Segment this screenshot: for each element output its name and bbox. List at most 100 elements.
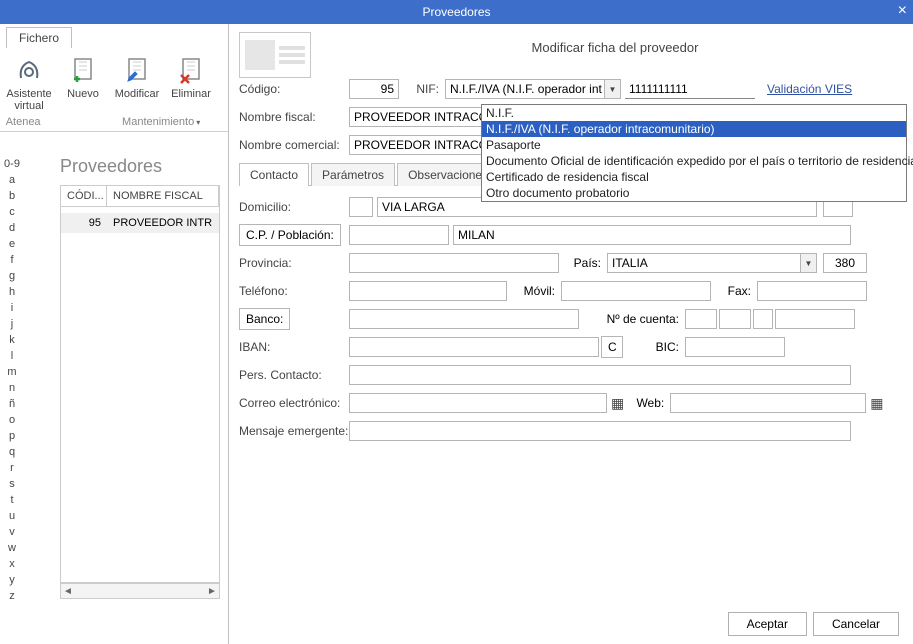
alpha-ñ[interactable]: ñ xyxy=(9,396,15,412)
cuenta3-input[interactable] xyxy=(753,309,773,329)
qr-icon[interactable]: ▦ xyxy=(611,395,624,412)
nif-option[interactable]: Pasaporte xyxy=(482,137,906,153)
modificar-button[interactable]: Modificar xyxy=(112,54,162,112)
alpha-y[interactable]: y xyxy=(9,572,15,588)
file-tab[interactable]: Fichero xyxy=(6,27,72,48)
bic-input[interactable] xyxy=(685,337,785,357)
label-domicilio: Domicilio: xyxy=(239,200,349,214)
cell-nombre: PROVEEDOR INTR xyxy=(107,213,219,233)
alpha-p[interactable]: p xyxy=(9,428,15,444)
scroll-left-icon[interactable]: ◄ xyxy=(61,586,75,597)
new-document-icon xyxy=(67,54,99,86)
alpha-l[interactable]: l xyxy=(11,348,13,364)
cuenta4-input[interactable] xyxy=(775,309,855,329)
alpha-f[interactable]: f xyxy=(10,252,13,268)
cancelar-button[interactable]: Cancelar xyxy=(813,612,899,636)
horizontal-scrollbar[interactable]: ◄ ► xyxy=(60,583,220,599)
compute-iban-button[interactable]: C xyxy=(601,336,623,358)
nif-option[interactable]: N.I.F. xyxy=(482,105,906,121)
alpha-c[interactable]: c xyxy=(9,204,15,220)
alpha-i[interactable]: i xyxy=(11,300,13,316)
iban-input[interactable] xyxy=(349,337,599,357)
chevron-down-icon[interactable]: ▼ xyxy=(604,80,620,98)
movil-input[interactable] xyxy=(561,281,711,301)
col-codigo[interactable]: CÓDI... xyxy=(61,186,107,206)
domicilio-prefix-input[interactable] xyxy=(349,197,373,217)
banco-input[interactable] xyxy=(349,309,579,329)
pers-contacto-input[interactable] xyxy=(349,365,851,385)
alpha-j[interactable]: j xyxy=(11,316,13,332)
alpha-h[interactable]: h xyxy=(9,284,15,300)
eliminar-button[interactable]: Eliminar xyxy=(166,54,216,112)
nif-type-input[interactable] xyxy=(445,79,621,99)
alpha-u[interactable]: u xyxy=(9,508,15,524)
mensaje-input[interactable] xyxy=(349,421,851,441)
aceptar-button[interactable]: Aceptar xyxy=(728,612,807,636)
correo-input[interactable] xyxy=(349,393,607,413)
poblacion-input[interactable] xyxy=(453,225,851,245)
validacion-vies-link[interactable]: Validación VIES xyxy=(767,82,852,96)
alpha-w[interactable]: w xyxy=(8,540,16,556)
nif-option[interactable]: Certificado de residencia fiscal xyxy=(482,169,906,185)
alpha-m[interactable]: m xyxy=(7,364,16,380)
label-pers-contacto: Pers. Contacto: xyxy=(239,368,349,382)
cuenta1-input[interactable] xyxy=(685,309,717,329)
ribbon-group-mantenimiento[interactable]: Mantenimiento xyxy=(102,116,220,128)
provincia-input[interactable] xyxy=(349,253,559,273)
alpha-b[interactable]: b xyxy=(9,188,15,204)
alpha-r[interactable]: r xyxy=(10,460,14,476)
cuenta2-input[interactable] xyxy=(719,309,751,329)
nuevo-button[interactable]: Nuevo xyxy=(58,54,108,112)
alpha-q[interactable]: q xyxy=(9,444,15,460)
alpha-a[interactable]: a xyxy=(9,172,15,188)
alpha-k[interactable]: k xyxy=(9,332,15,348)
nif-type-combo[interactable]: ▼ xyxy=(445,79,621,99)
chevron-down-icon[interactable]: ▼ xyxy=(800,254,816,272)
asistente-virtual-button[interactable]: Asistente virtual xyxy=(4,54,54,112)
label-fax: Fax: xyxy=(711,284,751,298)
label-web: Web: xyxy=(628,396,664,410)
web-input[interactable] xyxy=(670,393,866,413)
image-placeholder-icon[interactable] xyxy=(239,32,311,78)
alpha-d[interactable]: d xyxy=(9,220,15,236)
label-cuenta: Nº de cuenta: xyxy=(579,312,679,326)
banco-button[interactable]: Banco: xyxy=(239,308,290,330)
form-footer: Aceptar Cancelar xyxy=(728,612,899,636)
alpha-n[interactable]: n xyxy=(9,380,15,396)
cp-poblacion-button[interactable]: C.P. / Población: xyxy=(239,224,341,246)
table-row[interactable]: 95 PROVEEDOR INTR xyxy=(60,213,220,233)
tab-parametros[interactable]: Parámetros xyxy=(311,163,395,186)
pais-input[interactable] xyxy=(607,253,817,273)
alpha-t[interactable]: t xyxy=(10,492,13,508)
alpha-x[interactable]: x xyxy=(9,556,15,572)
codigo-input[interactable] xyxy=(349,79,399,99)
col-nombre-fiscal[interactable]: NOMBRE FISCAL xyxy=(107,186,219,206)
alpha-z[interactable]: z xyxy=(9,588,15,604)
label-pais: País: xyxy=(559,256,601,270)
nif-option[interactable]: N.I.F./IVA (N.I.F. operador intracomunit… xyxy=(482,121,906,137)
cp-input[interactable] xyxy=(349,225,449,245)
titlebar: Proveedores × xyxy=(0,0,913,24)
nif-value-input[interactable] xyxy=(625,79,755,99)
alpha-o[interactable]: o xyxy=(9,412,15,428)
alpha-e[interactable]: e xyxy=(9,236,15,252)
nif-option[interactable]: Otro documento probatorio xyxy=(482,185,906,201)
alpha-0-9[interactable]: 0-9 xyxy=(4,156,20,172)
nif-option[interactable]: Documento Oficial de identificación expe… xyxy=(482,153,906,169)
label-codigo: Código: xyxy=(239,82,349,96)
alpha-g[interactable]: g xyxy=(9,268,15,284)
qr-icon[interactable]: ▦ xyxy=(870,395,883,412)
label-telefono: Teléfono: xyxy=(239,284,349,298)
scroll-right-icon[interactable]: ► xyxy=(205,586,219,597)
tab-contacto[interactable]: Contacto xyxy=(239,163,309,186)
label-bic: BIC: xyxy=(623,340,679,354)
telefono-input[interactable] xyxy=(349,281,507,301)
alpha-s[interactable]: s xyxy=(9,476,15,492)
fax-input[interactable] xyxy=(757,281,867,301)
alpha-v[interactable]: v xyxy=(9,524,15,540)
close-icon[interactable]: × xyxy=(898,2,907,20)
pais-combo[interactable]: ▼ xyxy=(607,253,817,273)
pais-code-input[interactable] xyxy=(823,253,867,273)
ribbon-group-atenea: Atenea xyxy=(4,116,42,128)
label-nombre-fiscal: Nombre fiscal: xyxy=(239,110,349,124)
